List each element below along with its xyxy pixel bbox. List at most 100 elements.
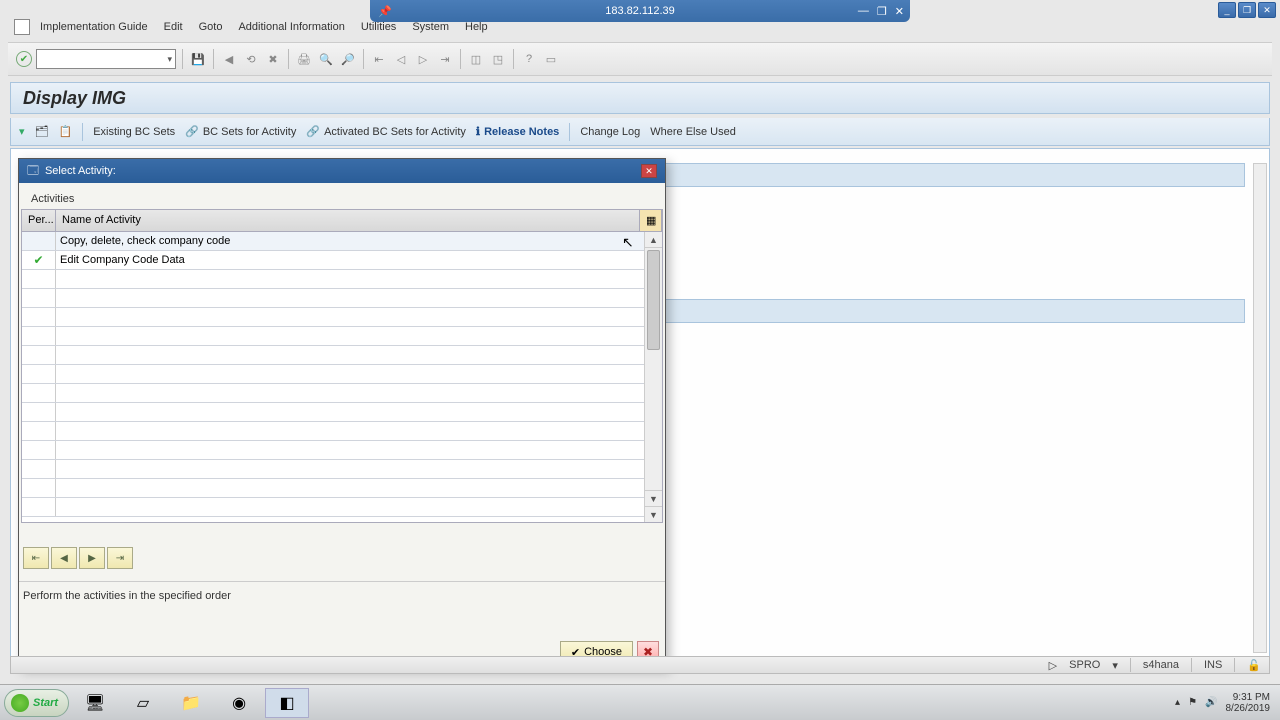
menu-system[interactable]: System: [412, 21, 449, 33]
last-record-button[interactable]: ⇥: [107, 547, 133, 569]
existing-bc-sets[interactable]: Existing BC Sets: [93, 126, 175, 138]
cell-performed: [22, 232, 56, 250]
scroll-down-icon[interactable]: ▼: [645, 506, 662, 522]
table-row[interactable]: [22, 498, 662, 517]
first-record-button[interactable]: ⇤: [23, 547, 49, 569]
table-row[interactable]: Copy, delete, check company code: [22, 232, 662, 251]
enter-icon[interactable]: ✔: [16, 51, 32, 67]
shortcut-icon[interactable]: ◳: [489, 50, 507, 68]
prev-record-button[interactable]: ◀: [51, 547, 77, 569]
table-row[interactable]: [22, 384, 662, 403]
col-name[interactable]: Name of Activity: [56, 210, 640, 231]
table-row[interactable]: [22, 365, 662, 384]
content-scrollbar[interactable]: [1253, 163, 1267, 653]
next-page-icon[interactable]: ▷: [414, 50, 432, 68]
table-scrollbar[interactable]: ▲ ▼ ▼: [644, 232, 662, 522]
taskbar-powershell-icon[interactable]: ▱: [121, 688, 165, 718]
back-icon[interactable]: ◀: [220, 50, 238, 68]
menu-bar: Implementation Guide Edit Goto Additiona…: [8, 18, 1272, 36]
table-row[interactable]: [22, 403, 662, 422]
command-field[interactable]: [36, 49, 176, 69]
col-performed[interactable]: Per...: [22, 210, 56, 231]
status-tcode: SPRO: [1069, 659, 1100, 671]
nav-buttons: ⇤ ◀ ▶ ⇥: [19, 523, 665, 577]
table-row[interactable]: [22, 479, 662, 498]
minimize-button[interactable]: _: [1218, 2, 1236, 18]
tray-chevron-icon[interactable]: ▴: [1175, 697, 1180, 708]
table-row[interactable]: [22, 289, 662, 308]
tray-flag-icon[interactable]: ⚑: [1188, 697, 1197, 708]
activated-bc-sets[interactable]: 🔗Activated BC Sets for Activity: [306, 125, 466, 138]
clipboard-icon[interactable]: 📋: [59, 125, 73, 138]
last-page-icon[interactable]: ⇥: [436, 50, 454, 68]
save-icon[interactable]: 💾: [189, 50, 207, 68]
activities-group-label: Activities: [19, 183, 665, 209]
close-button[interactable]: ✕: [1258, 2, 1276, 18]
remote-restore-icon[interactable]: ❐: [877, 5, 887, 18]
table-row[interactable]: [22, 270, 662, 289]
select-activity-dialog: 🗔 Select Activity: ✕ Activities Per... N…: [18, 158, 666, 668]
tray-clock[interactable]: 9:31 PM 8/26/2019: [1226, 692, 1271, 714]
table-row[interactable]: [22, 308, 662, 327]
taskbar-chrome-icon[interactable]: ◉: [217, 688, 261, 718]
layout-icon[interactable]: ▭: [542, 50, 560, 68]
remote-close-icon[interactable]: ✕: [895, 5, 904, 18]
release-notes[interactable]: ℹ Release Notes: [476, 125, 559, 138]
page-title: Display IMG: [23, 88, 126, 109]
col-config-icon[interactable]: ▦: [640, 210, 662, 231]
exit-icon[interactable]: ⟲: [242, 50, 260, 68]
menu-implementation-guide[interactable]: Implementation Guide: [40, 21, 148, 33]
check-icon: ✔: [33, 253, 43, 267]
status-lock-icon[interactable]: 🔓: [1247, 659, 1261, 672]
dialog-hint: Perform the activities in the specified …: [19, 581, 665, 610]
cancel-icon[interactable]: ✖: [264, 50, 282, 68]
table-row[interactable]: [22, 422, 662, 441]
taskbar-explorer-icon[interactable]: 🖥: [73, 688, 117, 718]
expand-icon[interactable]: ▾: [19, 125, 25, 138]
status-mode: INS: [1204, 659, 1222, 671]
menu-utilities[interactable]: Utilities: [361, 21, 396, 33]
cell-name[interactable]: Copy, delete, check company code: [56, 232, 662, 250]
next-record-button[interactable]: ▶: [79, 547, 105, 569]
table-row[interactable]: [22, 346, 662, 365]
bc-sets-for-activity[interactable]: 🔗BC Sets for Activity: [185, 125, 296, 138]
remote-minimize-icon[interactable]: —: [858, 5, 869, 18]
new-session-icon[interactable]: ◫: [467, 50, 485, 68]
help-icon[interactable]: ?: [520, 50, 538, 68]
table-row[interactable]: ✔ Edit Company Code Data: [22, 251, 662, 270]
cell-name[interactable]: Edit Company Code Data: [56, 251, 662, 269]
structure-icon[interactable]: 🗂: [35, 125, 49, 138]
pin-icon[interactable]: 📌: [378, 5, 392, 18]
menu-edit[interactable]: Edit: [164, 21, 183, 33]
where-else-used[interactable]: Where Else Used: [650, 126, 736, 138]
taskbar-folder-icon[interactable]: 📁: [169, 688, 213, 718]
table-header: Per... Name of Activity ▦: [22, 210, 662, 232]
tree-header-2: [661, 299, 1245, 323]
status-system: s4hana: [1143, 659, 1179, 671]
tray-volume-icon[interactable]: 🔊: [1205, 697, 1217, 708]
prev-page-icon[interactable]: ◁: [392, 50, 410, 68]
menu-help[interactable]: Help: [465, 21, 488, 33]
dialog-close-button[interactable]: ✕: [641, 164, 657, 178]
table-row[interactable]: [22, 460, 662, 479]
table-row[interactable]: [22, 327, 662, 346]
table-row[interactable]: [22, 441, 662, 460]
application-toolbar: ▾ 🗂 📋 Existing BC Sets 🔗BC Sets for Acti…: [10, 118, 1270, 146]
print-icon[interactable]: 🖨: [295, 50, 313, 68]
change-log[interactable]: Change Log: [580, 126, 640, 138]
find-next-icon[interactable]: 🔎: [339, 50, 357, 68]
taskbar-sap-icon[interactable]: ◧: [265, 688, 309, 718]
scroll-down-icon[interactable]: ▼: [645, 490, 662, 506]
start-button[interactable]: Start: [4, 689, 69, 717]
first-page-icon[interactable]: ⇤: [370, 50, 388, 68]
scroll-up-icon[interactable]: ▲: [645, 232, 662, 248]
restore-button[interactable]: ❐: [1238, 2, 1256, 18]
taskbar: Start 🖥 ▱ 📁 ◉ ◧ ▴ ⚑ 🔊 9:31 PM 8/26/2019: [0, 684, 1280, 720]
remote-ip: 183.82.112.39: [605, 5, 675, 17]
menu-additional-information[interactable]: Additional Information: [238, 21, 344, 33]
status-play-icon[interactable]: ▷: [1049, 659, 1057, 672]
find-icon[interactable]: 🔍: [317, 50, 335, 68]
menu-goto[interactable]: Goto: [199, 21, 223, 33]
window-controls: _ ❐ ✕: [1218, 2, 1276, 18]
scroll-thumb[interactable]: [647, 250, 660, 350]
